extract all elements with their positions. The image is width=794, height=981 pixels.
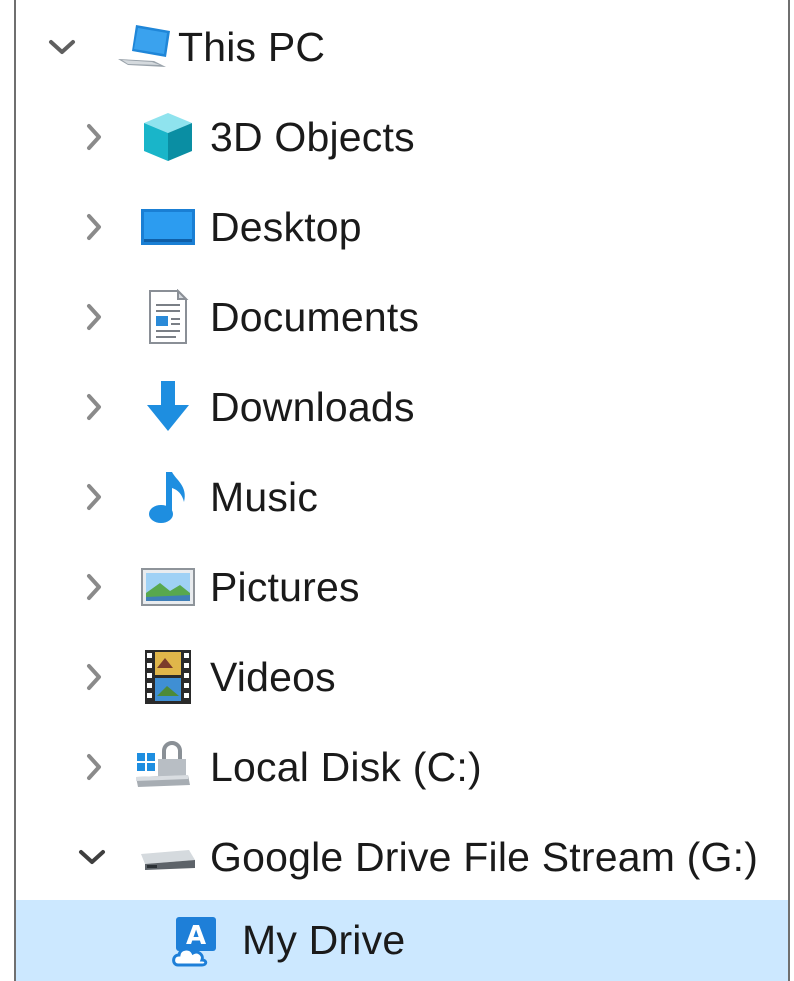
tree-item-this-pc[interactable]: This PC bbox=[16, 2, 788, 92]
chevron-right-icon[interactable] bbox=[74, 747, 114, 787]
tree-item-label: Pictures bbox=[210, 563, 360, 610]
tree-item-videos[interactable]: Videos bbox=[16, 632, 788, 722]
pictures-icon bbox=[138, 557, 198, 617]
tree-item-label: Downloads bbox=[210, 383, 415, 430]
tree-item-label: Documents bbox=[210, 293, 420, 340]
tree-item-label: Local Disk (C:) bbox=[210, 743, 482, 790]
music-icon bbox=[138, 467, 198, 527]
tree-item-documents[interactable]: Documents bbox=[16, 272, 788, 362]
downloads-icon bbox=[138, 377, 198, 437]
tree-item-pictures[interactable]: Pictures bbox=[16, 542, 788, 632]
tree-item-my-drive[interactable]: A My Drive bbox=[16, 900, 788, 981]
tree-item-downloads[interactable]: Downloads bbox=[16, 362, 788, 452]
chevron-right-icon[interactable] bbox=[74, 297, 114, 337]
tree-item-local-disk[interactable]: Local Disk (C:) bbox=[16, 722, 788, 812]
tree-item-label: This PC bbox=[178, 23, 326, 70]
tree-item-google-drive-file-stream[interactable]: Google Drive File Stream (G:) bbox=[16, 812, 788, 902]
chevron-right-icon[interactable] bbox=[74, 567, 114, 607]
tree-item-label: My Drive bbox=[242, 917, 406, 963]
tree-item-label: Music bbox=[210, 473, 319, 520]
chevron-right-icon[interactable] bbox=[74, 657, 114, 697]
my-drive-icon: A bbox=[168, 911, 228, 971]
chevron-down-icon[interactable] bbox=[42, 27, 82, 67]
svg-text:A: A bbox=[186, 921, 206, 951]
desktop-icon bbox=[138, 197, 198, 257]
navigation-pane: This PC 3D Objects Desktop Documents Dow… bbox=[14, 0, 790, 981]
chevron-right-icon[interactable] bbox=[74, 117, 114, 157]
3d-objects-icon bbox=[138, 107, 198, 167]
tree-item-label: Google Drive File Stream (G:) bbox=[210, 833, 759, 880]
local-disk-icon bbox=[134, 737, 194, 797]
tree-item-3d-objects[interactable]: 3D Objects bbox=[16, 92, 788, 182]
videos-icon bbox=[138, 647, 198, 707]
this-pc-icon bbox=[114, 17, 174, 77]
chevron-right-icon[interactable] bbox=[74, 207, 114, 247]
tree-item-label: Videos bbox=[210, 653, 336, 700]
tree-item-label: 3D Objects bbox=[210, 113, 415, 160]
chevron-right-icon[interactable] bbox=[74, 477, 114, 517]
chevron-right-icon[interactable] bbox=[74, 387, 114, 427]
tree-item-music[interactable]: Music bbox=[16, 452, 788, 542]
documents-icon bbox=[138, 287, 198, 347]
tree-item-label: Desktop bbox=[210, 203, 362, 250]
network-drive-icon bbox=[138, 827, 198, 887]
tree-item-desktop[interactable]: Desktop bbox=[16, 182, 788, 272]
chevron-down-icon[interactable] bbox=[72, 837, 112, 877]
